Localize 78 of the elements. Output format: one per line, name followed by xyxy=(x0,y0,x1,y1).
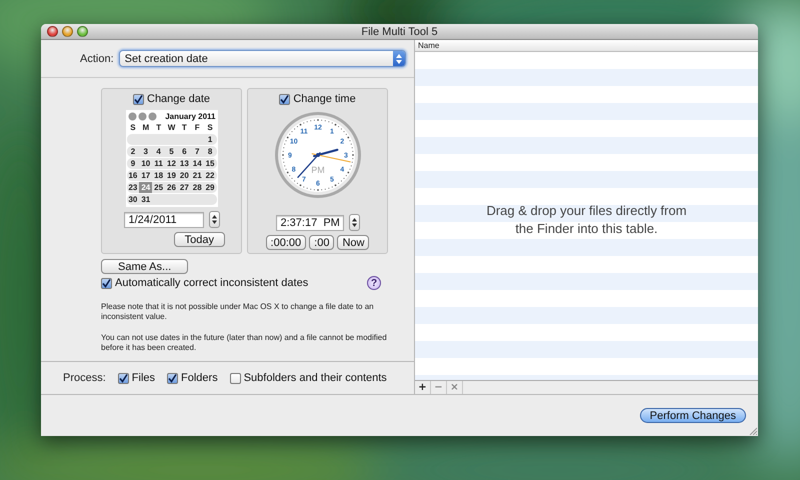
resize-grip-icon[interactable] xyxy=(749,427,757,435)
calendar-day[interactable]: 31 xyxy=(139,194,152,206)
calendar-day[interactable]: 3 xyxy=(139,146,152,158)
time-button[interactable]: :00 xyxy=(309,235,334,250)
period-label: PM xyxy=(310,165,324,176)
weekday-label: T xyxy=(155,122,162,134)
calendar-day[interactable]: 15 xyxy=(204,158,216,170)
window-title: File Multi Tool 5 xyxy=(361,26,438,38)
calendar-day[interactable]: 13 xyxy=(178,158,191,170)
checkbox-label: Subfolders and their contents xyxy=(244,372,387,384)
calendar-day[interactable]: 29 xyxy=(204,182,216,194)
checkbox-label: Folders xyxy=(181,372,218,384)
calendar-day[interactable]: 11 xyxy=(152,158,166,170)
calendar-day[interactable]: 17 xyxy=(139,170,152,182)
weekday-label: T xyxy=(180,122,188,134)
calendar-day[interactable]: 14 xyxy=(190,158,204,170)
dropdown-arrows-icon xyxy=(396,54,402,64)
help-button[interactable]: ? xyxy=(367,276,381,290)
checkbox[interactable] xyxy=(230,372,241,384)
checkbox[interactable] xyxy=(133,94,144,105)
weekday-label: S xyxy=(206,122,214,134)
calendar-day[interactable]: 27 xyxy=(178,182,191,194)
calendar-day[interactable]: 16 xyxy=(126,170,140,182)
close-button[interactable] xyxy=(47,26,58,37)
process-label: Process: xyxy=(63,372,106,384)
note-text: Please note that it is not possible under Mac OS X to change a file date to an inconsistent value. xyxy=(101,302,375,322)
calendar-day[interactable]: 10 xyxy=(139,158,152,170)
calendar-day[interactable]: 12 xyxy=(165,158,178,170)
calendar-day[interactable]: 19 xyxy=(165,170,178,182)
time-button[interactable]: Now xyxy=(337,235,370,250)
calendar-day[interactable]: 25 xyxy=(152,182,166,194)
minimize-button[interactable] xyxy=(62,26,73,37)
calendar[interactable]: January 2011 S M T W T F S 1 2 3 4 5 6 7 8 9 10 11 12 13 14 15 16 17 18 19 20 21 22 23 24 25 26 27 28 29 30 31 xyxy=(126,110,218,208)
weekday-label: S xyxy=(129,122,137,134)
same-as-button[interactable]: Same As... xyxy=(101,259,188,274)
stepper-icon[interactable] xyxy=(208,211,220,228)
checkbox-label: Files xyxy=(132,372,156,384)
perform-changes-button[interactable]: Perform Changes xyxy=(640,408,746,423)
table-button[interactable]: + xyxy=(415,381,431,394)
checkbox[interactable] xyxy=(101,278,112,289)
calendar-day[interactable]: 9 xyxy=(126,158,140,170)
note-text: You can not use dates in the future (later than now) and a file cannot be modified before it has been created. xyxy=(101,333,388,354)
calendar-day[interactable]: 5 xyxy=(165,146,178,158)
calendar-day[interactable]: 21 xyxy=(190,170,204,182)
calendar-day[interactable]: 22 xyxy=(204,170,216,182)
calendar-day[interactable]: 26 xyxy=(165,182,178,194)
calendar-day[interactable]: 4 xyxy=(152,146,166,158)
column-header[interactable]: Name xyxy=(418,41,440,50)
calendar-day[interactable]: 2 xyxy=(126,146,140,158)
checkbox[interactable] xyxy=(167,372,178,384)
calendar-day[interactable]: 30 xyxy=(126,194,140,206)
today-button[interactable]: Today xyxy=(174,232,225,248)
checkbox-label: Change date xyxy=(147,93,210,106)
weekday-label: M xyxy=(141,122,150,134)
month-label: January 2011 xyxy=(165,112,216,122)
calendar-day[interactable]: 28 xyxy=(190,182,204,194)
calendar-day[interactable]: 8 xyxy=(204,146,216,158)
weekday-label: W xyxy=(166,122,176,134)
calendar-day[interactable]: 7 xyxy=(190,146,204,158)
weekday-label: F xyxy=(194,122,201,134)
action-label: Action: xyxy=(80,52,114,65)
calendar-day[interactable]: 23 xyxy=(126,182,140,194)
month-navigation-icon[interactable] xyxy=(128,112,158,122)
calendar-day[interactable]: 18 xyxy=(152,170,166,182)
time-field[interactable]: 2:37:17 PM xyxy=(276,214,344,231)
checkbox[interactable] xyxy=(118,372,129,384)
date-field[interactable]: 1/24/2011 xyxy=(124,212,204,228)
checkbox-label: Automatically correct inconsistent dates xyxy=(115,277,308,290)
calendar-day[interactable]: 20 xyxy=(178,170,191,182)
checkbox-label: Change time xyxy=(293,93,356,106)
time-button[interactable]: :00:00 xyxy=(266,235,306,250)
checkbox[interactable] xyxy=(279,94,290,105)
action-dropdown[interactable]: Set creation date xyxy=(118,50,406,68)
stepper-icon[interactable] xyxy=(348,214,360,232)
empty-table-message: Drag & drop your files directly from the Finder into this table. xyxy=(485,202,688,238)
zoom-button[interactable] xyxy=(77,26,88,37)
calendar-day[interactable]: 1 xyxy=(204,134,216,146)
calendar-day[interactable]: 6 xyxy=(178,146,191,158)
